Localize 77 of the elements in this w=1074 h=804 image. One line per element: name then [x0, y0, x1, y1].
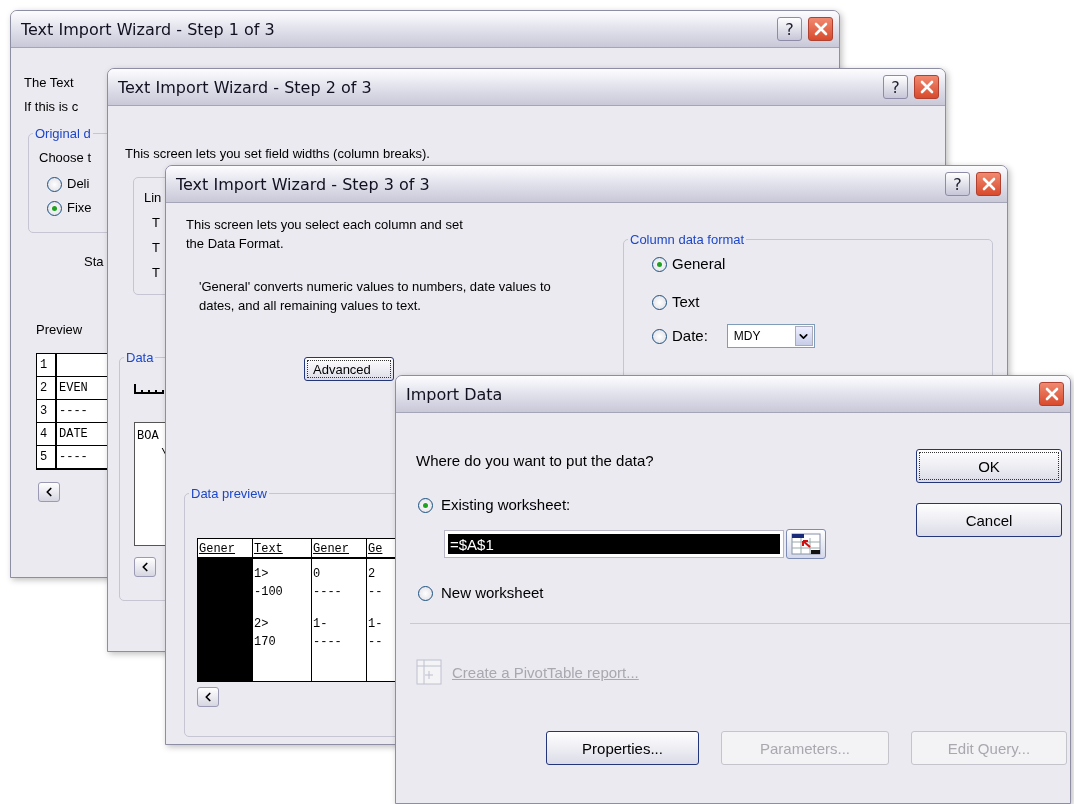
help-button[interactable]: ? — [945, 172, 970, 196]
window-title: Text Import Wizard - Step 2 of 3 — [118, 77, 373, 97]
radio-button[interactable] — [652, 328, 667, 344]
preview-label: Preview — [36, 321, 83, 339]
cell-reference-field[interactable]: =$A$1 — [444, 530, 784, 558]
option-label: Date: — [672, 326, 708, 346]
table-cell-text: DATE — [58, 426, 88, 443]
option-label: Text — [672, 292, 700, 312]
close-icon — [919, 80, 934, 94]
help-button[interactable]: ? — [777, 17, 802, 41]
table-cell-text: -- — [367, 634, 384, 651]
radio-button[interactable] — [418, 585, 433, 601]
table-cell-text: EVEN — [58, 380, 88, 397]
preview-text: BOA — [137, 428, 159, 445]
radio-button[interactable] — [652, 294, 667, 310]
table-cell-text: ---- — [58, 449, 88, 466]
table-cell-text: -100 — [253, 584, 284, 601]
line-number: 2 — [37, 377, 57, 399]
question-text: Where do you want to put the data? — [416, 451, 655, 471]
radio-button[interactable] — [418, 497, 433, 513]
table-cell-text: 2 — [367, 566, 377, 583]
line-number: 4 — [37, 423, 57, 445]
table-cell-text: ---- — [58, 403, 88, 420]
close-icon — [813, 22, 828, 36]
table-cell-text: ---- — [312, 584, 343, 601]
close-icon — [981, 177, 996, 191]
scroll-left-button[interactable] — [38, 482, 60, 502]
table-cell-text: 2> — [253, 616, 270, 633]
line-number: 5 — [37, 446, 57, 468]
close-button[interactable] — [1039, 382, 1064, 406]
option-label: T — [152, 239, 160, 257]
line-number: 1 — [37, 354, 57, 376]
option-label: New worksheet — [441, 583, 544, 603]
table-cell-text: 1- — [312, 616, 329, 633]
intro-text: This screen lets you select each column and set the Data Format. — [186, 216, 464, 253]
dialog-button[interactable]: Cancel — [916, 503, 1062, 537]
group-label: Lin — [144, 189, 162, 207]
scroll-left-button[interactable] — [197, 687, 219, 707]
sheet-icon — [791, 533, 821, 555]
scroll-left-button[interactable] — [134, 557, 156, 577]
table-cell-text: 1> — [253, 566, 270, 583]
radio-button[interactable] — [47, 176, 62, 192]
date-format-dropdown[interactable]: MDY — [726, 324, 815, 348]
option-label: Deli — [67, 175, 90, 193]
option-label: Fixe — [67, 199, 92, 217]
close-icon — [1044, 387, 1059, 401]
collapse-dialog-button[interactable] — [786, 529, 826, 559]
option-label: General — [672, 254, 726, 274]
intro-text: The Text — [24, 74, 74, 92]
table-cell-text: -- — [367, 584, 384, 601]
close-button[interactable] — [914, 75, 939, 99]
option-label: T — [152, 214, 160, 232]
option-label: Existing worksheet: — [441, 495, 571, 515]
intro-text: This screen lets you set field widths (column breaks). — [125, 145, 430, 163]
table-cell-text: ---- — [312, 634, 343, 651]
window-title: Text Import Wizard - Step 1 of 3 — [21, 19, 276, 39]
line-number: 3 — [37, 400, 57, 422]
window-title: Text Import Wizard - Step 3 of 3 — [176, 174, 431, 194]
radio-button[interactable] — [47, 200, 62, 216]
note-text: 'General' converts numeric values to numbers, date values to dates, and all remaining values to text. — [199, 278, 552, 315]
prompt-text: Choose t — [39, 149, 92, 167]
table-cell-text: 1- — [367, 616, 384, 633]
pivot-table-icon — [416, 659, 442, 685]
start-label: Sta — [84, 253, 104, 271]
close-button[interactable] — [976, 172, 1001, 196]
window-title: Import Data — [406, 384, 504, 404]
help-button[interactable]: ? — [883, 75, 908, 99]
ruler-drawing — [134, 384, 164, 394]
table-cell-text: 0 — [312, 566, 322, 583]
dialog-button[interactable]: OK — [916, 449, 1062, 483]
table-cell-text: 170 — [253, 634, 277, 651]
close-button[interactable] — [808, 17, 833, 41]
advanced-button[interactable]: Advanced — [304, 357, 394, 381]
option-label: T — [152, 264, 160, 282]
dialog-button[interactable]: Properties... — [546, 731, 699, 765]
radio-button[interactable] — [652, 256, 667, 272]
intro-text: If this is c — [24, 98, 79, 116]
